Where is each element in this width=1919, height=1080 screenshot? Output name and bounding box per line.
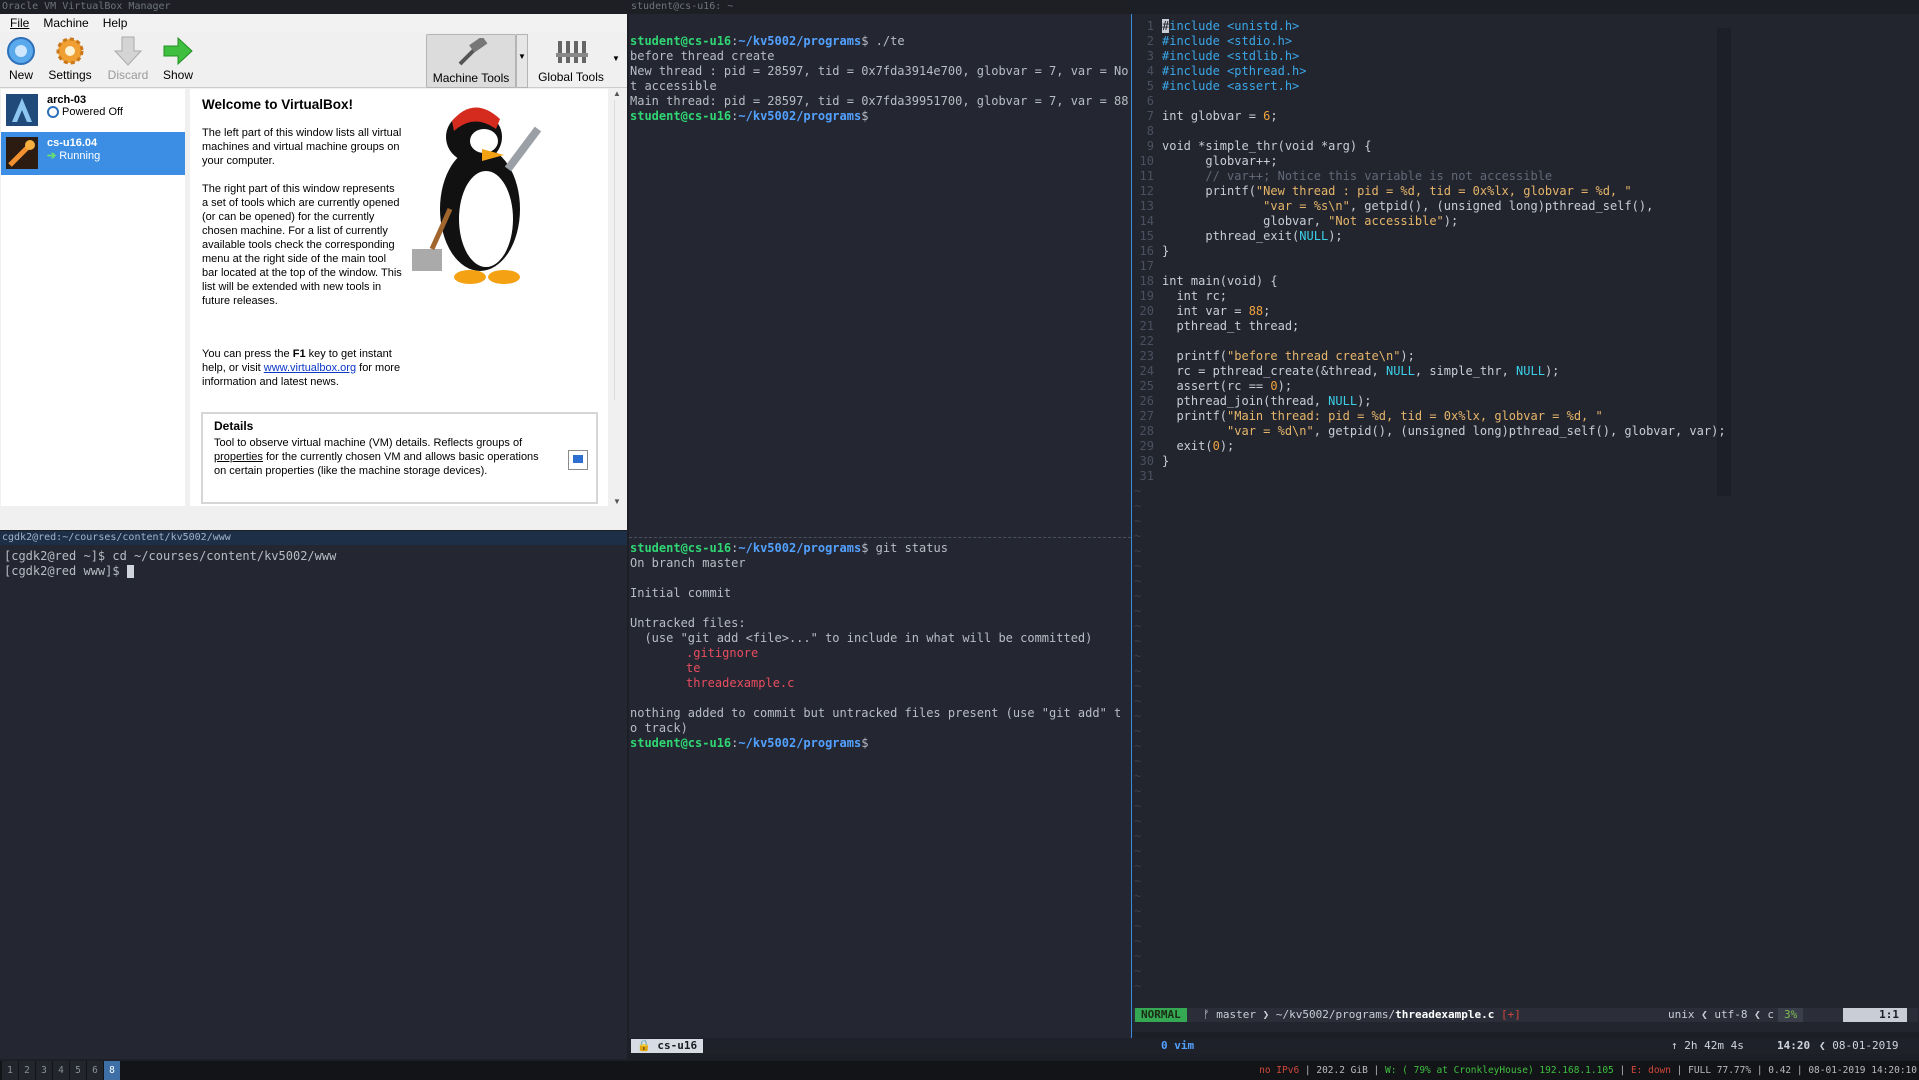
show-button[interactable]: Show bbox=[152, 34, 204, 82]
menu-help[interactable]: Help bbox=[103, 14, 128, 32]
battery-status: FULL 77.77% bbox=[1688, 1065, 1752, 1076]
tmux-time: 14:20 bbox=[1777, 1039, 1811, 1052]
workspace-4[interactable]: 4 bbox=[53, 1061, 69, 1080]
arrow-down-icon bbox=[102, 34, 154, 68]
welcome-paragraph-3: You can press the F1 key to get instant … bbox=[202, 348, 401, 388]
toolbar-extension-arrow[interactable]: ▼ bbox=[612, 54, 620, 63]
virtualbox-link[interactable]: www.virtualbox.org bbox=[264, 362, 356, 374]
vm-name: cs-u16.04 bbox=[47, 137, 98, 149]
terminal-title: cgdk2@red:~/courses/content/kv5002/www bbox=[0, 531, 627, 545]
details-monitor-icon bbox=[568, 450, 588, 470]
terminal-output: [cgdk2@red ~]$ cd ~/courses/content/kv50… bbox=[0, 545, 627, 583]
details-tool-box[interactable]: Details Tool to observe virtual machine … bbox=[201, 412, 598, 504]
workspace-8[interactable]: 8 bbox=[104, 1061, 120, 1080]
workspace-list: 1234568 bbox=[2, 1061, 121, 1080]
load-avg: 0.42 bbox=[1768, 1065, 1792, 1076]
settings-button[interactable]: Settings bbox=[44, 34, 96, 82]
system-status: no IPv6 | 202.2 GiB | W: ( 79% at Cronkl… bbox=[1259, 1065, 1917, 1076]
main-toolbar: New Settings Discard Show Machine Tools … bbox=[0, 32, 627, 88]
tools-icon bbox=[533, 34, 609, 70]
discard-button[interactable]: Discard bbox=[102, 34, 154, 82]
hammer-icon bbox=[427, 35, 515, 71]
workspace-3[interactable]: 3 bbox=[36, 1061, 52, 1080]
power-off-icon bbox=[47, 106, 59, 118]
middle-terminal[interactable]: student@cs-u16: ~ student@cs-u16:~/kv500… bbox=[629, 0, 1131, 1047]
disk-free: 202.2 GiB bbox=[1316, 1065, 1368, 1076]
wifi-status: W: ( 79% at CronkleyHouse) 192.168.1.105 bbox=[1385, 1065, 1614, 1076]
terminal-title: student@cs-u16: ~ bbox=[629, 0, 1131, 14]
welcome-pane: Welcome to VirtualBox! The left part of … bbox=[190, 89, 608, 506]
menubar: File Machine Help bbox=[0, 14, 627, 32]
source-code: #include <unistd.h> #include <stdio.h> #… bbox=[1162, 19, 1726, 468]
vm-name: arch-03 bbox=[47, 94, 87, 106]
vim-statusline: NORMAL ᚠ master ❯ ~/kv5002/programs/thre… bbox=[1133, 1008, 1918, 1022]
arch-os-icon bbox=[6, 94, 38, 126]
tmux-statusbar: 🔒 cs-u16 0 vim ↑ 2h 42m 4s 14:20 ❮ 08-01… bbox=[629, 1038, 1919, 1054]
window-title: Oracle VM VirtualBox Manager bbox=[0, 0, 627, 14]
vm-list: arch-03 Powered Off cs-u16.04 ➔ Running bbox=[1, 89, 185, 506]
lower-pane[interactable]: student@cs-u16:~/kv5002/programs$ git st… bbox=[630, 541, 1128, 751]
untracked-file: te bbox=[686, 661, 701, 675]
i3-statusbar: 1234568 no IPv6 | 202.2 GiB | W: ( 79% a… bbox=[0, 1061, 1919, 1080]
ethernet-status: E: down bbox=[1630, 1065, 1671, 1076]
workspace-6[interactable]: 6 bbox=[87, 1061, 103, 1080]
pane-divider bbox=[629, 537, 1131, 538]
program-output: before thread create New thread : pid = … bbox=[630, 49, 1129, 108]
prompt-line: student@cs-u16:~/kv5002/programs$ bbox=[630, 109, 869, 123]
cursor-position: 1:1 bbox=[1843, 1008, 1907, 1022]
prompt-line: student@cs-u16:~/kv5002/programs$ bbox=[630, 736, 869, 750]
workspace-1[interactable]: 1 bbox=[2, 1061, 18, 1080]
gear-icon bbox=[44, 34, 96, 68]
tmux-session: 🔒 cs-u16 bbox=[631, 1039, 704, 1053]
cursor bbox=[126, 565, 134, 578]
ipv6-status: no IPv6 bbox=[1259, 1065, 1300, 1076]
vm-state: Powered Off bbox=[62, 106, 123, 118]
line-numbers: 1 2 3 4 5 6 7 8 9 10 11 12 13 14 15 16 17 18 19 20 21 22 23 24 2… bbox=[1139, 19, 1154, 483]
welcome-paragraph-2: The right part of this window represents… bbox=[202, 183, 402, 307]
vim-mode: NORMAL bbox=[1135, 1008, 1187, 1022]
file-percent: 3% bbox=[1778, 1008, 1804, 1022]
machine-tools-dropdown[interactable]: ▼ bbox=[516, 34, 528, 88]
welcome-scrollbar[interactable]: ▲ ▼ bbox=[610, 89, 624, 506]
vm-state: Running bbox=[59, 149, 101, 162]
vm-item-arch[interactable]: arch-03 Powered Off bbox=[1, 89, 185, 132]
arrow-right-icon bbox=[152, 34, 204, 68]
workspace-5[interactable]: 5 bbox=[70, 1061, 86, 1080]
untracked-file: threadexample.c bbox=[686, 676, 795, 690]
workspace-2[interactable]: 2 bbox=[19, 1061, 35, 1080]
virtualbox-window: Oracle VM VirtualBox Manager File Machin… bbox=[0, 0, 627, 530]
git-status-output: On branch master Initial commit Untracke… bbox=[630, 556, 1093, 645]
vim-editor[interactable]: 1 2 3 4 5 6 7 8 9 10 11 12 13 14 15 16 17 18 19 20 21 22 23 24 2… bbox=[1132, 14, 1919, 1032]
properties-link[interactable]: properties bbox=[214, 451, 263, 463]
clock: 08-01-2019 14:20:10 bbox=[1808, 1065, 1917, 1076]
new-button[interactable]: New bbox=[0, 34, 47, 82]
details-title: Details bbox=[214, 419, 254, 433]
terminal-line: [cgdk2@red www]$ bbox=[4, 564, 127, 578]
terminal-line: [cgdk2@red ~]$ cd ~/courses/content/kv50… bbox=[4, 549, 337, 563]
tmux-date: ❮ 08-01-2019 bbox=[1819, 1039, 1899, 1052]
welcome-paragraph-1: The left part of this window lists all v… bbox=[202, 127, 402, 167]
global-tools-button[interactable]: Global Tools bbox=[533, 34, 609, 88]
git-status-summary: nothing added to commit but untracked fi… bbox=[630, 706, 1122, 735]
new-icon bbox=[0, 34, 47, 68]
ubuntu-os-icon bbox=[6, 137, 38, 169]
running-arrow-icon: ➔ bbox=[47, 150, 57, 162]
left-terminal[interactable]: cgdk2@red:~/courses/content/kv5002/www [… bbox=[0, 531, 627, 1059]
uptime: ↑ 2h 42m 4s bbox=[1671, 1039, 1744, 1052]
details-text: Tool to observe virtual machine (VM) det… bbox=[214, 437, 539, 477]
menu-machine[interactable]: Machine bbox=[43, 14, 88, 32]
git-branch: ᚠ master ❯ ~/kv5002/programs/threadexamp… bbox=[1203, 1008, 1521, 1021]
file-info: unix ❮ utf-8 ❮ c bbox=[1668, 1008, 1774, 1021]
untracked-file: .gitignore bbox=[686, 646, 759, 660]
upper-pane[interactable]: student@cs-u16:~/kv5002/programs$ ./te b… bbox=[629, 14, 1131, 124]
tilde-lines: ~ ~ ~ ~ ~ ~ ~ ~ ~ ~ ~ ~ ~ ~ ~ ~ ~ ~ ~ ~ ~ ~ ~ ~ ~ ~ ~ ~ ~ ~ ~ ~ ~ ~ bbox=[1134, 484, 1142, 993]
machine-tools-button[interactable]: Machine Tools bbox=[426, 34, 516, 88]
penguin-mascot-icon bbox=[412, 107, 542, 284]
vm-item-cs-u16[interactable]: cs-u16.04 ➔ Running bbox=[1, 132, 185, 175]
prompt-line: student@cs-u16:~/kv5002/programs$ git st… bbox=[630, 541, 948, 555]
welcome-title: Welcome to VirtualBox! bbox=[202, 97, 354, 112]
prompt-line: student@cs-u16:~/kv5002/programs$ ./te bbox=[630, 34, 905, 48]
tmux-window[interactable]: 0 vim bbox=[1161, 1038, 1194, 1054]
menu-file[interactable]: File bbox=[10, 14, 29, 32]
